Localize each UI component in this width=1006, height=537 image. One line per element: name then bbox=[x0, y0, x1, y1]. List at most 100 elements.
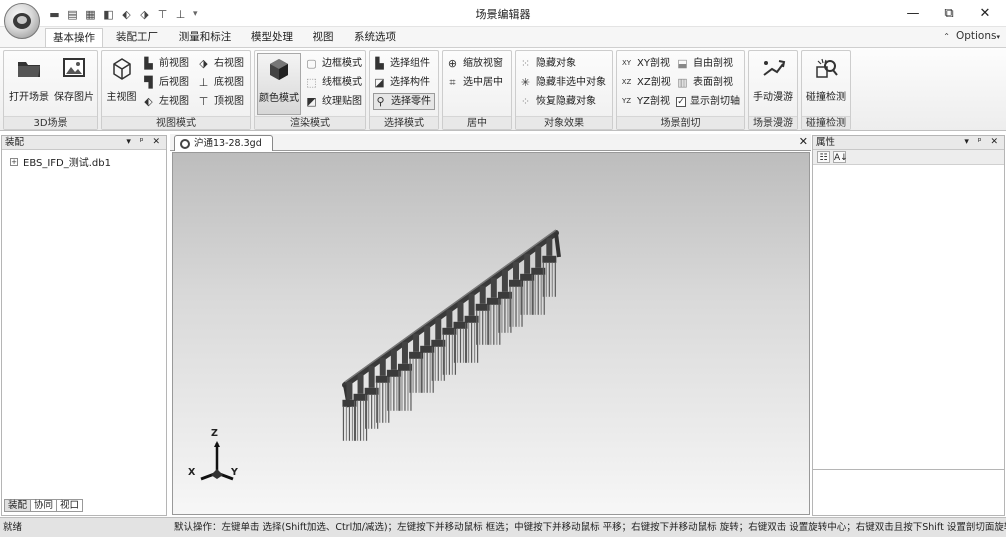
color-mode-button[interactable]: 颜色模式 bbox=[257, 53, 301, 115]
tab-model-processing[interactable]: 模型处理 bbox=[244, 28, 300, 47]
save-image-button[interactable]: 保存图片 bbox=[52, 55, 96, 103]
bottom-view-button[interactable]: ⊥ 底视图 bbox=[197, 74, 244, 91]
main-view-label: 主视图 bbox=[106, 92, 137, 103]
maximize-button[interactable]: ⧉ bbox=[932, 0, 966, 27]
tab-system-options[interactable]: 系统选项 bbox=[348, 28, 402, 47]
view-top-icon[interactable]: ⊤ bbox=[155, 7, 170, 22]
view-right-icon[interactable]: ⬗ bbox=[137, 7, 152, 22]
restore-hidden-label: 恢复隐藏对象 bbox=[536, 96, 596, 107]
collision-detect-button[interactable]: 碰撞检测 bbox=[804, 55, 848, 103]
front-view-label: 前视图 bbox=[159, 58, 189, 69]
xy-section-label: XY剖视 bbox=[637, 58, 670, 69]
qat-overflow-icon[interactable]: ▾ bbox=[193, 9, 198, 19]
group-label-object-effect: 对象效果 bbox=[516, 116, 612, 129]
left-view-icon: ⬖ bbox=[144, 95, 153, 108]
quick-access-toolbar: ▬ ▤ ▦ ◧ ⬖ ⬗ ⊤ ⊥ ▾ bbox=[47, 5, 198, 23]
hide-unselected-button[interactable]: ✳ 隐藏非选中对象 bbox=[519, 74, 606, 91]
xz-section-icon: XZ bbox=[621, 78, 632, 86]
panel-controls[interactable]: ▾ ᵖ ✕ bbox=[964, 136, 1001, 149]
tab-viewport[interactable]: 视口 bbox=[56, 499, 84, 512]
select-part-button[interactable]: ⚲ 选择零件 bbox=[373, 93, 435, 110]
border-mode-button[interactable]: ▢ 边框模式 bbox=[305, 55, 362, 72]
view-left-icon[interactable]: ⬖ bbox=[119, 7, 134, 22]
select-part-label: 选择零件 bbox=[391, 96, 431, 107]
pier bbox=[368, 365, 375, 388]
tab-assembly-factory[interactable]: 装配工厂 bbox=[108, 28, 166, 47]
group-view-mode: 主视图 ▙ 前视图 ▜ 后视图 ⬖ 左视图 ⬗ 右视图 ⊥ 底视图 ⊤ 顶视图 视图模式 bbox=[101, 50, 251, 130]
view-front-icon[interactable]: ◧ bbox=[101, 7, 116, 22]
tab-measure-annotate[interactable]: 测量和标注 bbox=[172, 28, 238, 47]
pier bbox=[346, 381, 353, 400]
tree-item[interactable]: + EBS_IFD_测试.db1 bbox=[10, 154, 111, 169]
close-button[interactable]: ✕ bbox=[968, 0, 1002, 27]
panel-controls[interactable]: ▾ ᵖ ✕ bbox=[126, 136, 163, 149]
select-part-component-button[interactable]: ◪ 选择构件 bbox=[373, 74, 430, 91]
checkbox-checked-icon: ✓ bbox=[676, 96, 686, 107]
restore-hidden-button[interactable]: ⁘ 恢复隐藏对象 bbox=[519, 93, 596, 110]
left-view-button[interactable]: ⬖ 左视图 bbox=[142, 93, 189, 110]
xz-section-button[interactable]: XZ XZ剖视 bbox=[620, 74, 671, 91]
3d-viewport[interactable]: Z X Y bbox=[172, 152, 810, 515]
show-section-axis-checkbox[interactable]: ✓ 显示剖切轴 bbox=[676, 93, 740, 110]
zoom-window-icon: ⊕ bbox=[447, 57, 458, 70]
status-bar: 就绪 默认操作：左键单击 选择(Shift加选、Ctrl加/减选)；左键按下并移… bbox=[0, 517, 1006, 537]
surface-section-button[interactable]: ▥ 表面剖视 bbox=[676, 74, 733, 91]
application-menu-button[interactable] bbox=[4, 3, 40, 39]
tree-item-label: EBS_IFD_测试.db1 bbox=[23, 158, 111, 169]
front-view-button[interactable]: ▙ 前视图 bbox=[142, 55, 189, 72]
pier bbox=[490, 277, 497, 298]
select-part-component-icon: ◪ bbox=[374, 76, 385, 89]
group-object-effect: ⁙ 隐藏对象 ✳ 隐藏非选中对象 ⁘ 恢复隐藏对象 对象效果 bbox=[515, 50, 613, 130]
xy-section-button[interactable]: XY XY剖视 bbox=[620, 55, 670, 72]
open-icon[interactable]: ▤ bbox=[65, 7, 80, 22]
tab-assembly[interactable]: 装配 bbox=[4, 499, 32, 512]
bottom-view-label: 底视图 bbox=[214, 77, 244, 88]
group-label-section: 场景剖切 bbox=[617, 116, 744, 129]
alphabetical-sort-icon[interactable]: A↓ bbox=[833, 151, 848, 163]
pier bbox=[401, 341, 408, 364]
yz-section-button[interactable]: YZ YZ剖视 bbox=[620, 93, 670, 110]
left-view-label: 左视图 bbox=[159, 96, 189, 107]
back-view-button[interactable]: ▜ 后视图 bbox=[142, 74, 189, 91]
categorized-sort-icon[interactable]: ☷ bbox=[817, 151, 830, 163]
document-tab[interactable]: 沪通13-28.3gd bbox=[174, 135, 273, 151]
group-label-collision: 碰撞检测 bbox=[802, 116, 850, 129]
select-component-button[interactable]: ▙ 选择组件 bbox=[373, 55, 430, 72]
view-bottom-icon[interactable]: ⊥ bbox=[173, 7, 188, 22]
wireframe-mode-button[interactable]: ⬚ 线框模式 bbox=[305, 74, 362, 91]
options-menu[interactable]: ⌃ Options▾ bbox=[943, 30, 1000, 42]
yz-section-label: YZ剖视 bbox=[637, 96, 670, 107]
close-document-icon[interactable]: ✕ bbox=[799, 135, 808, 148]
manual-roam-button[interactable]: 手动漫游 bbox=[751, 55, 795, 103]
center-selected-button[interactable]: ⌗ 选中居中 bbox=[446, 74, 503, 91]
minimize-button[interactable]: — bbox=[896, 0, 930, 27]
tab-basic-ops[interactable]: 基本操作 bbox=[45, 28, 103, 47]
image-icon bbox=[63, 58, 85, 77]
open-scene-button[interactable]: 打开场景 bbox=[7, 55, 51, 103]
title-bar: ▬ ▤ ▦ ◧ ⬖ ⬗ ⊤ ⊥ ▾ 场景编辑器 — ⧉ ✕ bbox=[0, 0, 1006, 27]
ribbon-collapse-icon[interactable]: ⌃ bbox=[943, 32, 950, 41]
group-collision: 碰撞检测 碰撞检测 bbox=[801, 50, 851, 130]
texture-map-button[interactable]: ◩ 纹理贴图 bbox=[305, 93, 362, 110]
pier bbox=[457, 301, 464, 322]
save-icon[interactable]: ▦ bbox=[83, 7, 98, 22]
main-view-button[interactable]: 主视图 bbox=[105, 55, 138, 103]
tab-collaboration[interactable]: 协同 bbox=[30, 499, 58, 512]
open-scene-label: 打开场景 bbox=[9, 92, 49, 103]
tab-view[interactable]: 视图 bbox=[306, 28, 340, 47]
free-section-button[interactable]: ⬓ 自由剖视 bbox=[676, 55, 733, 72]
hide-unselected-icon: ✳ bbox=[520, 76, 531, 89]
new-file-icon[interactable]: ▬ bbox=[47, 7, 62, 22]
collision-detect-label: 碰撞检测 bbox=[806, 92, 846, 103]
hide-object-button[interactable]: ⁙ 隐藏对象 bbox=[519, 55, 576, 72]
pier bbox=[468, 293, 475, 316]
pier bbox=[390, 349, 397, 370]
expand-icon[interactable]: + bbox=[10, 157, 18, 166]
zoom-window-button[interactable]: ⊕ 缩放视窗 bbox=[446, 55, 503, 72]
yz-section-icon: YZ bbox=[621, 97, 632, 105]
top-view-button[interactable]: ⊤ 顶视图 bbox=[197, 93, 244, 110]
right-view-button[interactable]: ⬗ 右视图 bbox=[197, 55, 244, 72]
wireframe-icon: ⬚ bbox=[306, 76, 317, 89]
3d-model[interactable] bbox=[173, 153, 810, 515]
axis-y-label: Y bbox=[231, 467, 238, 478]
